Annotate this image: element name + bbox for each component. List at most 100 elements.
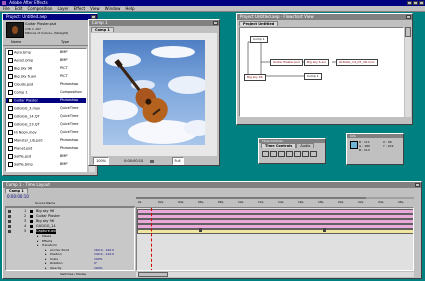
flowchart-node[interactable]: Big sky 6.avi bbox=[304, 59, 329, 66]
list-item[interactable]: Aero2.bmp BMP bbox=[6, 58, 86, 63]
tab-comp-1[interactable]: Comp 1 bbox=[91, 27, 114, 32]
comp-canvas bbox=[103, 40, 205, 145]
menu-help[interactable]: Help bbox=[125, 6, 134, 11]
keyframe-marker[interactable] bbox=[323, 228, 326, 232]
app-icon bbox=[2, 1, 6, 5]
close-button[interactable] bbox=[406, 15, 411, 19]
loop-button[interactable] bbox=[302, 151, 309, 157]
item-type: Composition bbox=[60, 90, 82, 94]
ruler-tick-label: 0s bbox=[138, 200, 142, 204]
flowchart-node[interactable]: Comp 1 bbox=[250, 36, 268, 43]
visibility-eye-icon[interactable] bbox=[8, 225, 11, 228]
layer-duration-bar[interactable] bbox=[137, 229, 413, 234]
ruler-tick-label: 16s bbox=[298, 200, 304, 204]
list-item[interactable]: Guitar Plaster Photoshop bbox=[6, 98, 86, 103]
tab-audio[interactable]: Audio bbox=[296, 143, 315, 148]
layer-color-icon bbox=[30, 215, 33, 218]
current-time-indicator[interactable] bbox=[151, 208, 152, 270]
flowchart-node[interactable]: Comp 1 bbox=[304, 73, 322, 80]
list-item[interactable]: Selfie.bmp BMP bbox=[6, 162, 86, 167]
menu-edit[interactable]: Edit bbox=[15, 6, 23, 11]
ruler-tick-label: 18s bbox=[318, 200, 324, 204]
scroll-thumb[interactable] bbox=[405, 27, 411, 37]
file-icon bbox=[8, 138, 13, 143]
list-item[interactable]: Comp 1 Composition bbox=[6, 90, 86, 95]
flowchart-node[interactable]: GUGGG_14_QT_2D.mov bbox=[336, 59, 378, 66]
comp-statusbar: 100% 0:00:00:10 Full bbox=[91, 157, 217, 165]
first-frame-button[interactable] bbox=[262, 151, 269, 157]
list-item[interactable]: Planet.psd Photoshop bbox=[6, 146, 86, 151]
minimize-button[interactable] bbox=[407, 1, 412, 5]
list-item[interactable]: GUGGG_23.QT QuickTime bbox=[6, 122, 86, 127]
tab-time-controls[interactable]: Time Controls bbox=[261, 143, 297, 148]
list-item[interactable]: GUGGG_14.QT QuickTime bbox=[6, 114, 86, 119]
menu-view[interactable]: View bbox=[90, 6, 100, 11]
work-area-bar[interactable] bbox=[136, 197, 366, 199]
list-item[interactable]: Monster_Lib.psd Photoshop bbox=[6, 138, 86, 143]
col-type[interactable]: Type bbox=[61, 40, 69, 45]
visibility-eye-icon[interactable] bbox=[8, 215, 11, 218]
item-name: Selfie.psd bbox=[14, 154, 32, 159]
scroll-thumb[interactable] bbox=[138, 272, 168, 277]
property-row[interactable]: ▸ Opacity 100% bbox=[6, 266, 134, 271]
item-name: Big sky 96 bbox=[14, 66, 33, 71]
menu-layer[interactable]: Layer bbox=[57, 6, 68, 11]
camera-icon[interactable] bbox=[150, 159, 155, 163]
disclosure-triangle-icon[interactable]: ▸ bbox=[45, 266, 47, 271]
tab-project[interactable]: Project Untitled bbox=[239, 21, 279, 26]
item-name: Guitar Plaster bbox=[14, 98, 38, 103]
visibility-eye-icon[interactable] bbox=[8, 210, 11, 213]
list-item[interactable]: Hi Noon.mov QuickTime bbox=[6, 130, 86, 135]
item-name: Planet.psd bbox=[14, 146, 33, 151]
menu-composition[interactable]: Composition bbox=[27, 6, 52, 11]
item-name: GUGGG_3.mov bbox=[14, 106, 41, 111]
switches-modes-toggle[interactable]: Switches / Modes bbox=[60, 272, 86, 276]
timecode-display[interactable]: 0:00:00:10 bbox=[124, 159, 143, 163]
maximize-button[interactable] bbox=[413, 1, 418, 5]
close-button[interactable] bbox=[415, 183, 420, 187]
flowchart-scrollbar[interactable] bbox=[405, 27, 411, 117]
ruler-tick-label: 02s bbox=[158, 200, 164, 204]
list-item[interactable]: Big sky 6.avi PICT bbox=[6, 74, 86, 79]
menu-file[interactable]: File bbox=[3, 6, 10, 11]
file-icon bbox=[8, 146, 13, 151]
close-button[interactable] bbox=[419, 1, 424, 5]
ram-preview-button[interactable] bbox=[310, 151, 317, 157]
menu-effect[interactable]: Effect bbox=[74, 6, 86, 11]
current-time[interactable]: 0:00:00:10 bbox=[7, 194, 29, 199]
item-name: Monster_Lib.psd bbox=[14, 138, 43, 143]
item-type: QuickTime bbox=[60, 106, 79, 110]
play-button[interactable] bbox=[278, 151, 285, 157]
item-type: BMP bbox=[60, 162, 68, 166]
file-icon bbox=[8, 114, 13, 119]
close-button[interactable] bbox=[213, 21, 218, 25]
timecode-bar: 0:00:00:10 bbox=[5, 194, 135, 200]
previous-frame-button[interactable] bbox=[270, 151, 277, 157]
zoom-select[interactable]: 100% bbox=[93, 157, 110, 165]
timeline-h-scrollbar[interactable] bbox=[136, 272, 414, 277]
time-layout-tabs: Comp 1 bbox=[3, 188, 421, 193]
flowchart-node[interactable]: Big sky 96 bbox=[244, 74, 266, 81]
property-value[interactable]: 100% bbox=[94, 266, 103, 271]
item-type: PICT bbox=[60, 66, 68, 70]
visibility-eye-icon[interactable] bbox=[8, 230, 11, 233]
quality-select[interactable]: Full bbox=[171, 157, 184, 165]
list-item[interactable]: Aero.bmp BMP bbox=[6, 50, 86, 55]
flowchart-node[interactable]: Guitar Plaster.psd bbox=[270, 59, 303, 66]
project-window: Project: Untitled.aep Guitar Plaster.psd… bbox=[2, 13, 98, 176]
ruler-tick-label: 12s bbox=[258, 200, 264, 204]
list-item[interactable]: Clouds.psd Photoshop bbox=[6, 82, 86, 87]
menu-window[interactable]: Window bbox=[105, 6, 121, 11]
tab-comp-1[interactable]: Comp 1 bbox=[5, 188, 28, 193]
col-name[interactable]: Name bbox=[11, 40, 21, 45]
ruler-tick-label: 14s bbox=[278, 200, 284, 204]
keyframe-marker[interactable] bbox=[199, 228, 202, 232]
next-frame-button[interactable] bbox=[286, 151, 293, 157]
last-frame-button[interactable] bbox=[294, 151, 301, 157]
layer-color-icon bbox=[30, 230, 33, 233]
list-item[interactable]: Big sky 96 PICT bbox=[6, 66, 86, 71]
visibility-eye-icon[interactable] bbox=[8, 220, 11, 223]
list-item[interactable]: GUGGG_3.mov QuickTime bbox=[6, 106, 86, 111]
col-source-name[interactable]: Source Name bbox=[35, 201, 55, 206]
list-item[interactable]: Selfie.psd BMP bbox=[6, 154, 86, 159]
